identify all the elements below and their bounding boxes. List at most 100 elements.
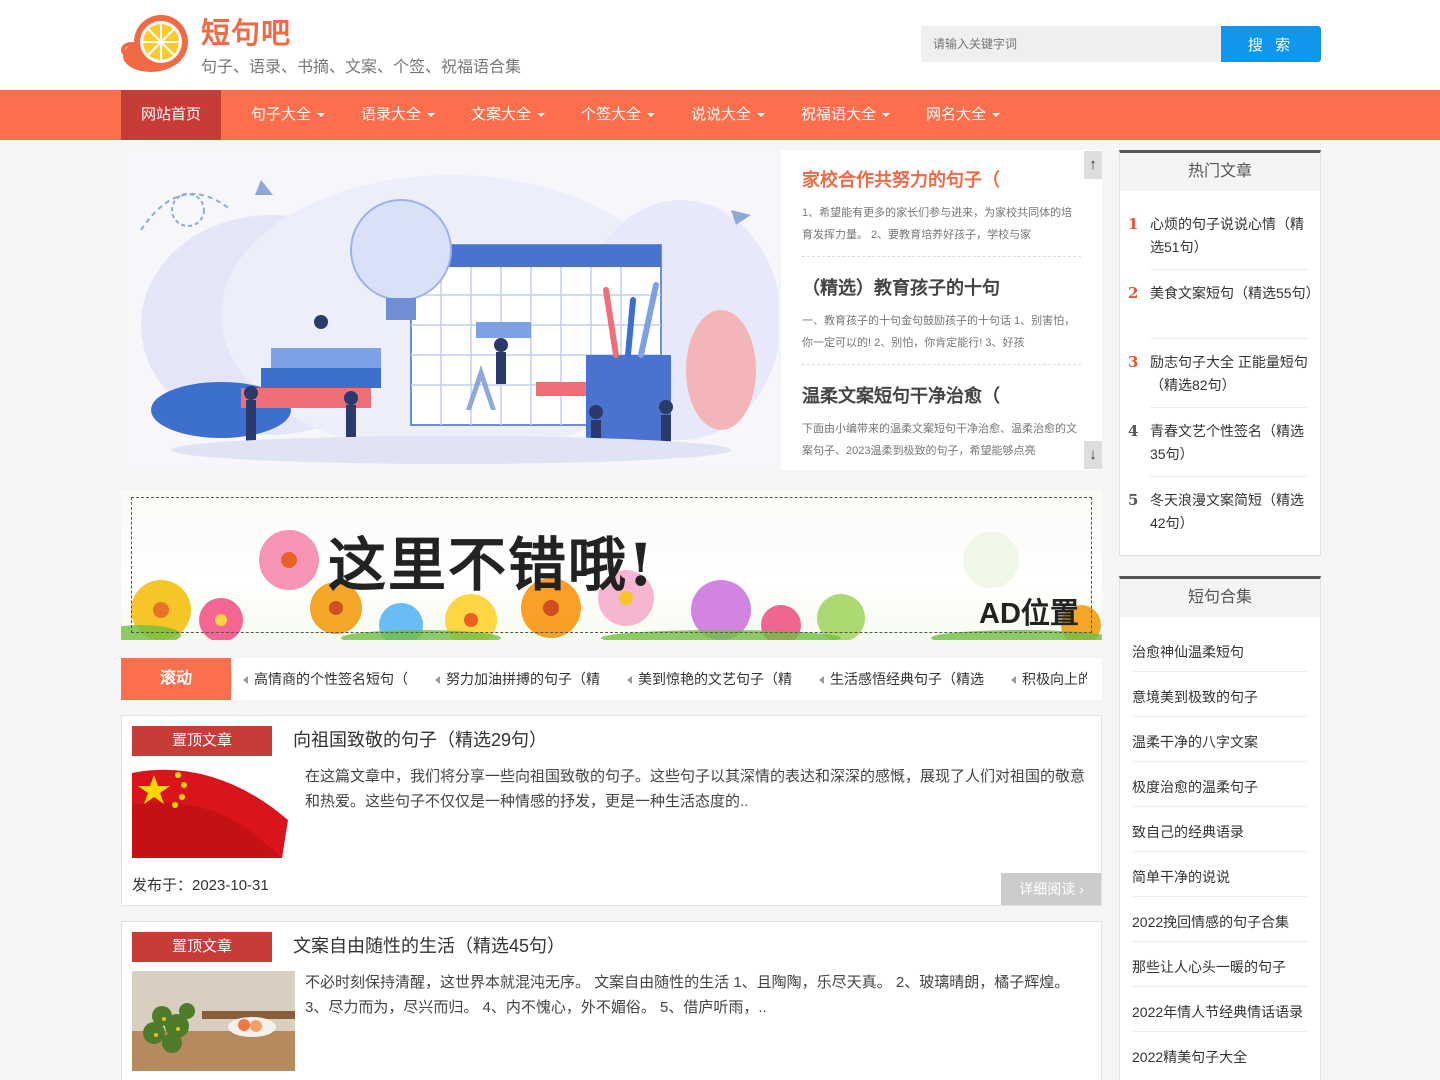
nav-label: 说说大全 [691, 106, 752, 123]
pinned-badge: 置顶文章 [132, 932, 272, 962]
slider-item-text: 一、教育孩子的十句金句鼓励孩子的十句话 1、别害怕，你一定可以的! 2、别怕，你… [802, 315, 1076, 349]
hot-articles-heading: 热门文章 [1120, 153, 1320, 191]
caret-left-icon [1011, 676, 1016, 685]
nav-item-blessings[interactable]: 祝福语大全 [801, 90, 891, 140]
ticker-item[interactable]: 积极向上的 [1007, 658, 1087, 700]
nav-item-nicknames[interactable]: 网名大全 [926, 90, 1001, 140]
main-nav: 网站首页 句子大全 语录大全 文案大全 个签大全 说说大全 祝福语大全 网名大全 [0, 90, 1440, 140]
nav-label: 个签大全 [581, 106, 642, 123]
article-thumbnail[interactable] [132, 971, 295, 1071]
ad-banner[interactable]: 这里不错哦! AD位置 [121, 490, 1102, 640]
nav-item-quotes[interactable]: 语录大全 [361, 90, 436, 140]
collection-item[interactable]: 那些让人心头一暖的句子 [1132, 957, 1308, 977]
slider-divider [802, 364, 1081, 365]
ad-headline: 这里不错哦! [328, 531, 656, 599]
nav-label: 语录大全 [361, 106, 422, 123]
divider [1150, 476, 1308, 477]
nav-item-copywriting[interactable]: 文案大全 [471, 90, 546, 140]
rank-number: 2 [1128, 284, 1139, 302]
divider [1132, 671, 1308, 672]
hot-article-title: 冬天浪漫文案简短（精选42句） [1150, 492, 1304, 531]
site-subtitle: 句子、语录、书摘、文案、个签、祝福语合集 [201, 59, 522, 76]
collection-box: 短句合集 治愈神仙温柔短句 意境美到极致的句子 温柔干净的八字文案 极度治愈的温… [1119, 576, 1321, 1080]
nav-label: 祝福语大全 [801, 106, 877, 123]
rank-number: 4 [1128, 422, 1139, 440]
featured-banner-image[interactable] [121, 150, 778, 470]
slider-item-title[interactable]: （精选）教育孩子的十句 [802, 274, 1081, 300]
caret-down-icon [427, 113, 436, 118]
slider-down-arrow-icon[interactable]: ↓ [1084, 441, 1102, 469]
article-title[interactable]: 向祖国致敬的句子（精选29句） [293, 726, 547, 752]
search-button[interactable]: 搜 索 [1221, 26, 1321, 62]
caret-down-icon [647, 113, 656, 118]
ticker-item[interactable]: 努力加油拼搏的句子（精 [431, 658, 623, 700]
ticker-item-text: 生活感悟经典句子（精选 [830, 671, 984, 687]
slider-item-text: 1、希望能有更多的家长们参与进来，为家校共同体的培育发挥力量。 2、要教育培养好… [802, 207, 1073, 241]
hot-article-title: 青春文艺个性签名（精选35句） [1150, 423, 1304, 462]
caret-down-icon [537, 113, 546, 118]
rank-number: 1 [1128, 215, 1139, 233]
caret-left-icon [435, 676, 440, 685]
article-title[interactable]: 文案自由随性的生活（精选45句） [293, 932, 565, 958]
article-card: 置顶文章 向祖国致敬的句子（精选29句） 在这篇文章中，我们将分享一些向祖国致敬… [121, 715, 1102, 906]
nav-label: 网名大全 [926, 106, 987, 123]
orange-logo-icon[interactable] [121, 14, 191, 74]
read-more-button[interactable]: 详细阅读 › [1001, 873, 1101, 905]
site-title[interactable]: 短句吧 [201, 10, 291, 52]
nav-label: 文案大全 [471, 106, 532, 123]
nav-item-moments[interactable]: 说说大全 [691, 90, 766, 140]
article-card: 置顶文章 文案自由随性的生活（精选45句） 不必时刻保持清醒，这世界本就混沌无序… [121, 921, 1102, 1080]
article-summary: 在这篇文章中，我们将分享一些向祖国致敬的句子。这些句子以其深情的表达和深深的感慨… [305, 768, 1086, 810]
nav-item-signatures[interactable]: 个签大全 [581, 90, 656, 140]
slider-item-title[interactable]: 温柔文案短句干净治愈（ [802, 382, 1081, 408]
collection-item[interactable]: 致自己的经典语录 [1132, 822, 1308, 842]
collection-item[interactable]: 意境美到极致的句子 [1132, 687, 1308, 707]
collection-item[interactable]: 2022年情人节经典情话语录 [1132, 1002, 1308, 1022]
slider-item-text: 下面由小编带来的温柔文案短句干净治愈、温柔治愈的文案句子、2023温柔到极致的句… [802, 423, 1077, 457]
ticker-item[interactable]: 生活感悟经典句子（精选 [815, 658, 1007, 700]
slider-item-title[interactable]: 家校合作共努力的句子（ [802, 166, 1081, 192]
collection-heading: 短句合集 [1120, 579, 1320, 617]
ticker-item[interactable]: 高情商的个性签名短句（ [239, 658, 431, 700]
ticker-item-text: 高情商的个性签名短句（ [254, 671, 408, 687]
scrolling-ticker: 滚动 高情商的个性签名短句（ 努力加油拼搏的句子（精 美到惊艳的文艺句子（精 生活感悟… [121, 658, 1102, 700]
nav-label: 网站首页 [141, 106, 202, 123]
ticker-items: 高情商的个性签名短句（ 努力加油拼搏的句子（精 美到惊艳的文艺句子（精 生活感悟经典句… [239, 658, 1087, 700]
divider [1132, 806, 1308, 807]
divider [1150, 338, 1308, 339]
ticker-item[interactable]: 美到惊艳的文艺句子（精 [623, 658, 815, 700]
slider-item[interactable]: （精选）教育孩子的十句 一、教育孩子的十句金句鼓励孩子的十句话 1、别害怕，你一… [802, 274, 1081, 354]
hot-article-title: 美食文案短句（精选55句） [1150, 285, 1320, 301]
slider-item[interactable]: 温柔文案短句干净治愈（ 下面由小编带来的温柔文案短句干净治愈、温柔治愈的文案句子… [802, 382, 1081, 462]
divider [1132, 896, 1308, 897]
collection-item[interactable]: 温柔干净的八字文案 [1132, 732, 1308, 752]
slider-divider [802, 256, 1081, 257]
article-summary: 不必时刻保持清醒，这世界本就混沌无序。 文案自由随性的生活 1、且陶陶，乐尽天真… [305, 974, 1070, 1016]
collection-item[interactable]: 2022挽回情感的句子合集 [1132, 912, 1308, 932]
rank-number: 3 [1128, 353, 1139, 371]
nav-item-sentences[interactable]: 句子大全 [251, 90, 326, 140]
caret-down-icon [992, 113, 1001, 118]
caret-left-icon [243, 676, 248, 685]
collection-item[interactable]: 治愈神仙温柔短句 [1132, 642, 1308, 662]
collection-item[interactable]: 简单干净的说说 [1132, 867, 1308, 887]
site-header: 短句吧 句子、语录、书摘、文案、个签、祝福语合集 搜 索 [0, 0, 1440, 90]
article-thumbnail[interactable] [132, 765, 288, 858]
slider-item[interactable]: 家校合作共努力的句子（ 1、希望能有更多的家长们参与进来，为家校共同体的培育发挥… [802, 166, 1081, 246]
search-input[interactable] [921, 26, 1221, 62]
nav-label: 句子大全 [251, 106, 312, 123]
hot-article-title: 励志句子大全 正能量短句（精选82句） [1150, 354, 1308, 393]
caret-down-icon [317, 113, 326, 118]
hot-article-title: 心烦的句子说说心情（精选51句） [1150, 216, 1304, 255]
divider [1132, 986, 1308, 987]
caret-left-icon [627, 676, 632, 685]
divider [1150, 407, 1308, 408]
ticker-item-text: 美到惊艳的文艺句子（精 [638, 671, 792, 687]
divider [1132, 1031, 1308, 1032]
slider-up-arrow-icon[interactable]: ↑ [1084, 151, 1102, 179]
collection-item[interactable]: 极度治愈的温柔句子 [1132, 777, 1308, 797]
collection-item[interactable]: 2022精美句子大全 [1132, 1047, 1308, 1067]
nav-item-home[interactable]: 网站首页 [121, 90, 222, 140]
divider [1132, 851, 1308, 852]
caret-down-icon [882, 113, 891, 118]
